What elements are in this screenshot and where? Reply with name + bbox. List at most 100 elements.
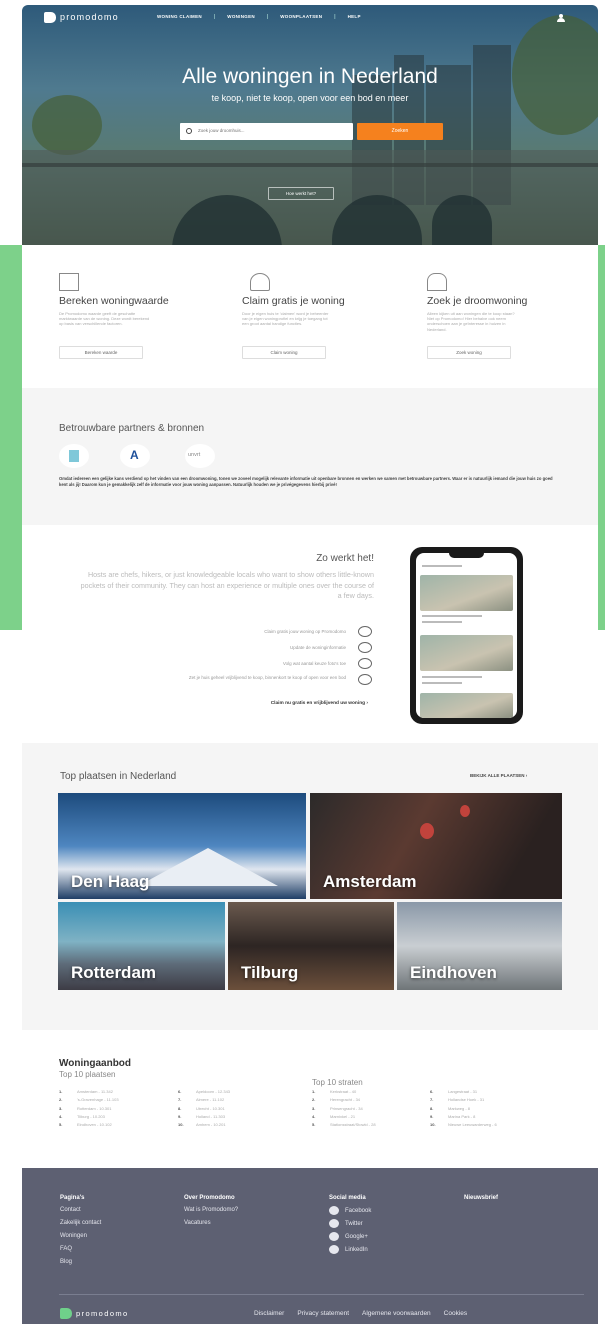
hero-tree — [32, 95, 102, 155]
aanbod-row[interactable]: 10. Amhem - 10.201 — [178, 1122, 230, 1130]
nav-item-woningen[interactable]: WONINGEN — [227, 14, 255, 20]
place-tile-rotterdam[interactable]: Rotterdam — [58, 902, 225, 990]
nav-item-woonplaatsen[interactable]: WOONPLAATSEN — [280, 14, 322, 20]
row-text: Herengracht - 34 — [330, 1097, 361, 1103]
rank: 10. — [430, 1122, 436, 1128]
zoek-woning-button[interactable]: Zoek woning — [427, 346, 511, 359]
tile-lantern — [460, 805, 470, 817]
row-text: Tilburg - 10.203 — [77, 1113, 105, 1119]
nav-item-help[interactable]: HELP — [348, 14, 361, 20]
footer-link-woningen[interactable]: Woningen — [60, 1232, 101, 1245]
place-tile-eindhoven[interactable]: Eindhoven — [397, 902, 562, 990]
user-menu-icon[interactable] — [557, 14, 567, 22]
rank: 5. — [59, 1122, 63, 1128]
footer-logo-icon[interactable] — [60, 1308, 72, 1319]
aanbod-col-places-1: 1. Amsterdam - 11.342 2. 's-Gravenhage - 1… — [59, 1089, 119, 1130]
feature-text: Door je eigen huis te 'claimen' word je … — [242, 311, 329, 327]
a-logo: A — [120, 444, 150, 468]
place-name: Tilburg — [241, 963, 299, 982]
footer-link-vacatures[interactable]: Vacatures — [184, 1219, 238, 1232]
aanbod-row[interactable]: 1. Kerkstraat - 40 — [312, 1089, 376, 1097]
footer-link-contact[interactable]: Contact — [60, 1206, 101, 1219]
footer-link-wat-is-promodomo[interactable]: Wat is Promodomo? — [184, 1206, 238, 1219]
rank: 2. — [312, 1097, 316, 1103]
facebook-icon — [329, 1206, 339, 1215]
search-button[interactable]: Zoeken — [357, 123, 443, 140]
rank: 10. — [178, 1122, 184, 1128]
phone-ui-line — [422, 565, 462, 567]
logo-text[interactable]: promodomo — [60, 12, 119, 22]
rank: 1. — [59, 1089, 63, 1094]
aanbod-row[interactable]: 7. Almere - 11.102 — [178, 1097, 230, 1105]
nav-separator: | — [334, 14, 336, 20]
aanbod-row[interactable]: 2. 's-Gravenhage - 11.103 — [59, 1097, 119, 1105]
footer-link-zakelijk-contact[interactable]: Zakelijk contact — [60, 1219, 101, 1232]
social-label: Google+ — [345, 1234, 368, 1241]
how-step: Update de woninginformatie — [289, 645, 346, 650]
rank: 4. — [312, 1113, 316, 1119]
footer-heading: Pagina's — [60, 1195, 85, 1201]
how-it-works-button[interactable]: Hoe werkt het? — [268, 187, 334, 200]
search-input[interactable] — [198, 128, 348, 133]
aanbod-row[interactable]: 8. Utrecht - 10.301 — [178, 1106, 230, 1114]
footer-link-cookies[interactable]: Cookies — [444, 1310, 467, 1317]
aanbod-row[interactable]: 6. Langestraat - 31 — [430, 1089, 497, 1097]
how-it-works-section: Zo werkt het! Hosts are chefs, hikers, o… — [22, 525, 598, 743]
aanbod-row[interactable]: 8. Markweg - 8 — [430, 1106, 497, 1114]
place-tile-den-haag[interactable]: Den Haag — [58, 793, 306, 899]
rank: 7. — [430, 1097, 434, 1103]
rank: 6. — [430, 1089, 434, 1094]
how-text: Hosts are chefs, hikers, or just knowled… — [80, 570, 374, 600]
hero-bridge-arch — [172, 195, 282, 245]
aanbod-row[interactable]: 9. Holland - 11.303 — [178, 1114, 230, 1122]
place-tile-amsterdam[interactable]: Amsterdam — [310, 793, 562, 899]
places-title: Top plaatsen in Nederland — [60, 771, 177, 782]
footer-link-privacy[interactable]: Privacy statement — [297, 1310, 349, 1317]
claim-woning-button[interactable]: Claim woning — [242, 346, 326, 359]
rank: 1. — [312, 1089, 316, 1094]
place-tile-tilburg[interactable]: Tilburg — [228, 902, 394, 990]
footer-link-twitter[interactable]: Twitter — [329, 1219, 371, 1232]
rank: 9. — [178, 1113, 182, 1119]
aanbod-row[interactable]: 10. Nieuwe Leeuwarderweg - 6 — [430, 1122, 497, 1130]
search-icon — [186, 128, 192, 134]
aanbod-row[interactable]: 3. Rotterdam - 10.301 — [59, 1106, 119, 1114]
aanbod-row[interactable]: 6. Apeldoorn - 12.343 — [178, 1089, 230, 1097]
aanbod-row[interactable]: 5. Eindhoven - 10.102 — [59, 1122, 119, 1130]
footer-link-linkedin[interactable]: LinkedIn — [329, 1245, 371, 1258]
footer-link-google[interactable]: Google+ — [329, 1232, 371, 1245]
partners-title: Betrouwbare partners & bronnen — [59, 423, 205, 434]
footer-link-facebook[interactable]: Facebook — [329, 1206, 371, 1219]
row-text: Apeldoorn - 12.343 — [196, 1089, 231, 1094]
aanbod-row[interactable]: 2. Herengracht - 34 — [312, 1097, 376, 1105]
footer-link-disclaimer[interactable]: Disclaimer — [254, 1310, 284, 1317]
footer-logo-text[interactable]: promodomo — [76, 1309, 129, 1318]
footer-heading: Social media — [329, 1195, 366, 1201]
logo-icon[interactable] — [44, 12, 56, 23]
aanbod-row[interactable]: 4. Marnixkel - 21 — [312, 1114, 376, 1122]
bereken-waarde-button[interactable]: Bereken waarde — [59, 346, 143, 359]
hero-title: Alle woningen in Nederland — [182, 65, 438, 88]
aanbod-row[interactable]: 1. Amsterdam - 11.342 — [59, 1089, 119, 1097]
view-all-places-link[interactable]: BEKIJK ALLE PLAATSEN › — [470, 773, 527, 778]
footer-link-blog[interactable]: Blog — [60, 1258, 101, 1271]
rank: 3. — [312, 1105, 316, 1111]
claim-now-link[interactable]: Claim nu gratis en vrijblijvend uw wonin… — [208, 701, 368, 706]
nav-menu: WONING CLAIMEN | WONINGEN | WOONPLAATSEN… — [157, 14, 361, 20]
search-box[interactable] — [180, 123, 353, 140]
unvrt-logo: unvrt — [185, 444, 215, 468]
aanbod-row[interactable]: 3. Prinsengracht - 34 — [312, 1106, 376, 1114]
aanbod-row[interactable]: 7. Hollandse Hoek - 31 — [430, 1097, 497, 1105]
nav-item-woning-claimen[interactable]: WONING CLAIMEN — [157, 14, 202, 20]
rank: 2. — [59, 1097, 63, 1103]
aanbod-row[interactable]: 4. Tilburg - 10.203 — [59, 1114, 119, 1122]
footer-link-faq[interactable]: FAQ — [60, 1245, 101, 1258]
phone-listing-image — [420, 635, 513, 671]
rank: 9. — [430, 1113, 434, 1119]
row-text: Stationsstraat/Stowld - 28 — [330, 1122, 376, 1128]
how-step: Volg wat aantal keuze foto's toe — [282, 661, 346, 666]
partners-section: Betrouwbare partners & bronnen A unvrt O… — [22, 388, 598, 525]
aanbod-row[interactable]: 9. Marina Park - 8 — [430, 1114, 497, 1122]
aanbod-row[interactable]: 5. Stationsstraat/Stowld - 28 — [312, 1122, 376, 1130]
footer-link-terms[interactable]: Algemene voorwaarden — [362, 1310, 431, 1317]
